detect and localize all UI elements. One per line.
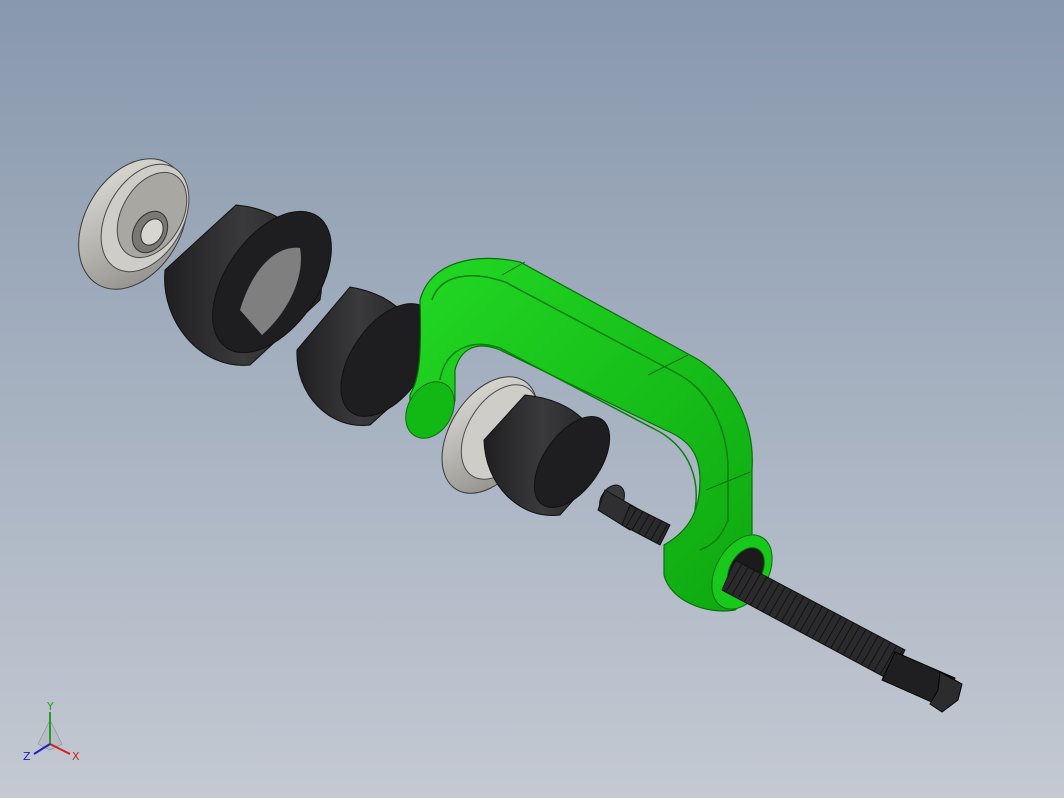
- triad-x-axis: [49, 743, 71, 755]
- assembly-model[interactable]: [0, 0, 1064, 798]
- triad-z-label: Z: [23, 750, 31, 763]
- graphics-viewport[interactable]: Y X Z: [0, 0, 1064, 798]
- forcing-screw[interactable]: [594, 481, 963, 713]
- triad-y-label: Y: [46, 700, 54, 713]
- triad-x-label: X: [72, 750, 80, 763]
- coordinate-triad: Y X Z: [23, 700, 80, 763]
